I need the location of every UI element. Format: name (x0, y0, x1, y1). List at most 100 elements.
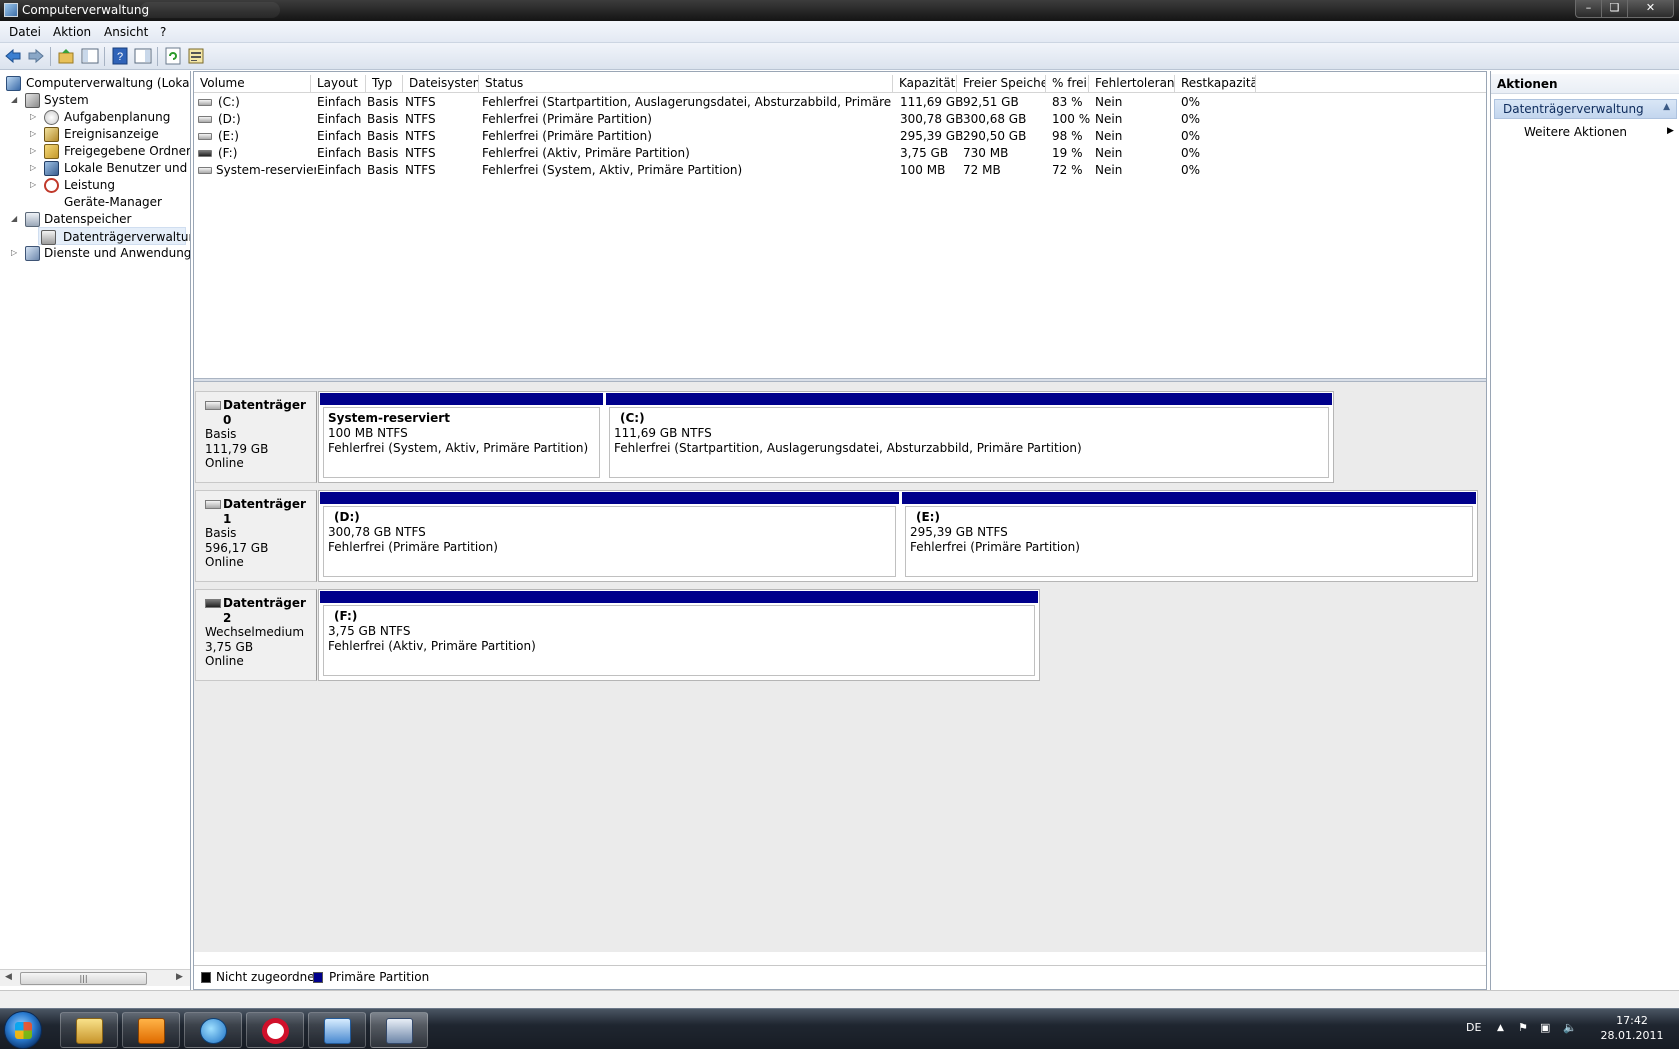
expand-arrow-icon[interactable]: ▷ (30, 108, 40, 126)
disk-row: Datenträger 1 Basis 596,17 GB Online (D:… (194, 490, 1486, 582)
hard-drive-icon (198, 116, 212, 123)
partition-body: (D:) 300,78 GB NTFS Fehlerfrei (Primäre … (323, 506, 896, 577)
volume-icon[interactable]: 🔈 (1563, 1021, 1577, 1034)
up-folder-icon[interactable] (57, 47, 75, 65)
partition-size: 111,69 GB NTFS (614, 426, 712, 440)
computer-management-icon (4, 3, 18, 17)
volume-row[interactable]: (D:) Einfach Basis NTFS Fehlerfrei (Prim… (194, 111, 1486, 128)
language-indicator[interactable]: DE (1466, 1021, 1481, 1034)
column-header[interactable]: Layout (311, 75, 366, 93)
tree-horizontal-scrollbar[interactable]: ◀ ||| ▶ (0, 969, 190, 986)
tree-item-freigegebene-ordner[interactable]: ▷ Freigegebene Ordner (4, 142, 190, 160)
tree-item-aufgabenplanung[interactable]: ▷ Aufgabenplanung (4, 108, 190, 126)
disk-info[interactable]: Datenträger 0 Basis 111,79 GB Online (195, 391, 317, 483)
taskbar-app-explorer[interactable] (60, 1012, 118, 1048)
taskbar-app-download[interactable] (184, 1012, 242, 1048)
scrollbar-thumb[interactable]: ||| (20, 972, 147, 985)
partition-name: (F:) (334, 609, 358, 623)
tree-item-lokale-benutzer[interactable]: ▷ Lokale Benutzer und Gr (4, 159, 190, 177)
tree-item-ereignisanzeige[interactable]: ▷ Ereignisanzeige (4, 125, 190, 143)
scroll-right-arrow-icon[interactable]: ▶ (176, 972, 183, 982)
submenu-arrow-icon[interactable]: ▶ (1667, 126, 1674, 136)
column-header[interactable]: Restkapazität (1175, 75, 1256, 93)
more-actions-item[interactable]: Weitere Aktionen (1524, 125, 1627, 139)
properties-icon[interactable] (187, 47, 205, 65)
expand-arrow-icon[interactable]: ▷ (30, 125, 40, 143)
partition-size: 3,75 GB NTFS (328, 624, 411, 638)
column-header[interactable]: Dateisystem (403, 75, 479, 93)
taskbar-app-opera[interactable] (246, 1012, 304, 1048)
column-header[interactable]: Volume (194, 75, 311, 93)
tree-item-geraete-manager[interactable]: Geräte-Manager (4, 193, 190, 211)
action-center-flag-icon[interactable]: ⚑ (1518, 1021, 1528, 1034)
partition-strip: (F:) 3,75 GB NTFS Fehlerfrei (Aktiv, Pri… (318, 589, 1040, 681)
volume-status: Fehlerfrei (Primäre Partition) (482, 112, 652, 126)
start-button[interactable] (4, 1011, 42, 1049)
expand-arrow-icon[interactable]: ▷ (30, 159, 40, 177)
volume-row[interactable]: (E:) Einfach Basis NTFS Fehlerfrei (Prim… (194, 128, 1486, 145)
actions-section-label: Datenträgerverwaltung (1503, 102, 1644, 116)
menu-ansicht[interactable]: Ansicht (104, 25, 148, 39)
show-action-pane-icon[interactable] (134, 47, 152, 65)
volume-free-space: 72 MB (963, 163, 1001, 177)
volume-capacity: 111,69 GB (900, 95, 964, 109)
volume-percent-free: 83 % (1052, 95, 1083, 109)
taskbar-app-media-player[interactable] (122, 1012, 180, 1048)
forward-arrow-icon[interactable] (27, 47, 45, 65)
volume-row[interactable]: (F:) Einfach Basis NTFS Fehlerfrei (Akti… (194, 145, 1486, 162)
column-header[interactable]: Kapazität (893, 75, 957, 93)
tree-item-system[interactable]: ◢ System (4, 91, 190, 109)
maximize-button[interactable]: ❑ (1601, 0, 1628, 18)
scroll-left-arrow-icon[interactable]: ◀ (5, 972, 12, 982)
partition-system-reserved[interactable]: System-reserviert 100 MB NTFS Fehlerfrei… (319, 392, 604, 482)
disk-info[interactable]: Datenträger 2 Wechselmedium 3,75 GB Onli… (195, 589, 317, 681)
tree-item-computerverwaltung[interactable]: Computerverwaltung (Lokal) (4, 74, 190, 92)
help-icon[interactable]: ? (111, 47, 129, 65)
expand-arrow-icon[interactable]: ▷ (30, 142, 40, 160)
expand-arrow-icon[interactable]: ▷ (11, 244, 21, 262)
network-icon[interactable]: ▣ (1540, 1021, 1550, 1034)
column-header[interactable]: Typ (366, 75, 403, 93)
toolbar: ? (0, 43, 1679, 70)
tree-item-datentraegerverwaltung[interactable]: Datenträgerverwaltung (38, 227, 190, 245)
clock[interactable]: 17:42 28.01.2011 (1597, 1013, 1667, 1043)
partition-d[interactable]: (D:) 300,78 GB NTFS Fehlerfrei (Primäre … (319, 491, 900, 581)
menu-datei[interactable]: Datei (9, 25, 41, 39)
show-hidden-icons-icon[interactable]: ▲ (1497, 1023, 1504, 1033)
hard-drive-icon (198, 167, 212, 174)
actions-section-header[interactable]: Datenträgerverwaltung ▲ (1494, 99, 1677, 119)
column-header[interactable]: Status (479, 75, 893, 93)
collapse-arrow-icon[interactable]: ◢ (11, 91, 21, 109)
tree-item-datenspeicher[interactable]: ◢ Datenspeicher (4, 210, 190, 228)
volume-fault-tolerance: Nein (1095, 95, 1123, 109)
taskbar: DE ▲ ⚑ ▣ 🔈 17:42 28.01.2011 (0, 1008, 1679, 1049)
volume-row[interactable]: (C:) Einfach Basis NTFS Fehlerfrei (Star… (194, 94, 1486, 111)
menu-aktion[interactable]: Aktion (53, 25, 91, 39)
close-button[interactable]: ✕ (1627, 0, 1674, 18)
menu-help[interactable]: ? (160, 25, 166, 39)
column-header[interactable]: % frei (1046, 75, 1089, 93)
partition-f[interactable]: (F:) 3,75 GB NTFS Fehlerfrei (Aktiv, Pri… (319, 590, 1039, 680)
tree-item-dienste[interactable]: ▷ Dienste und Anwendungen (4, 244, 190, 262)
collapse-up-icon[interactable]: ▲ (1663, 102, 1670, 112)
refresh-icon[interactable] (164, 47, 182, 65)
taskbar-app-remote-desktop[interactable] (308, 1012, 366, 1048)
column-header[interactable]: Fehlertoleranz (1089, 75, 1175, 93)
tree-item-leistung[interactable]: ▷ Leistung (4, 176, 190, 194)
volume-row[interactable]: System-reserviert Einfach Basis NTFS Feh… (194, 162, 1486, 179)
disk-info[interactable]: Datenträger 1 Basis 596,17 GB Online (195, 490, 317, 582)
column-header[interactable]: Freier Speicher (957, 75, 1046, 93)
volume-name: (C:) (218, 95, 240, 109)
taskbar-app-computer-management[interactable] (370, 1012, 428, 1048)
show-tree-icon[interactable] (81, 47, 99, 65)
minimize-button[interactable]: – (1575, 0, 1602, 18)
back-arrow-icon[interactable] (4, 47, 22, 65)
primary-partition-bar (320, 492, 899, 504)
partition-strip: (D:) 300,78 GB NTFS Fehlerfrei (Primäre … (318, 490, 1478, 582)
volume-name: (F:) (218, 146, 238, 160)
collapse-arrow-icon[interactable]: ◢ (11, 210, 21, 228)
primary-partition-bar (320, 591, 1038, 603)
expand-arrow-icon[interactable]: ▷ (30, 176, 40, 194)
partition-e[interactable]: (E:) 295,39 GB NTFS Fehlerfrei (Primäre … (901, 491, 1477, 581)
partition-c[interactable]: (C:) 111,69 GB NTFS Fehlerfrei (Startpar… (605, 392, 1333, 482)
